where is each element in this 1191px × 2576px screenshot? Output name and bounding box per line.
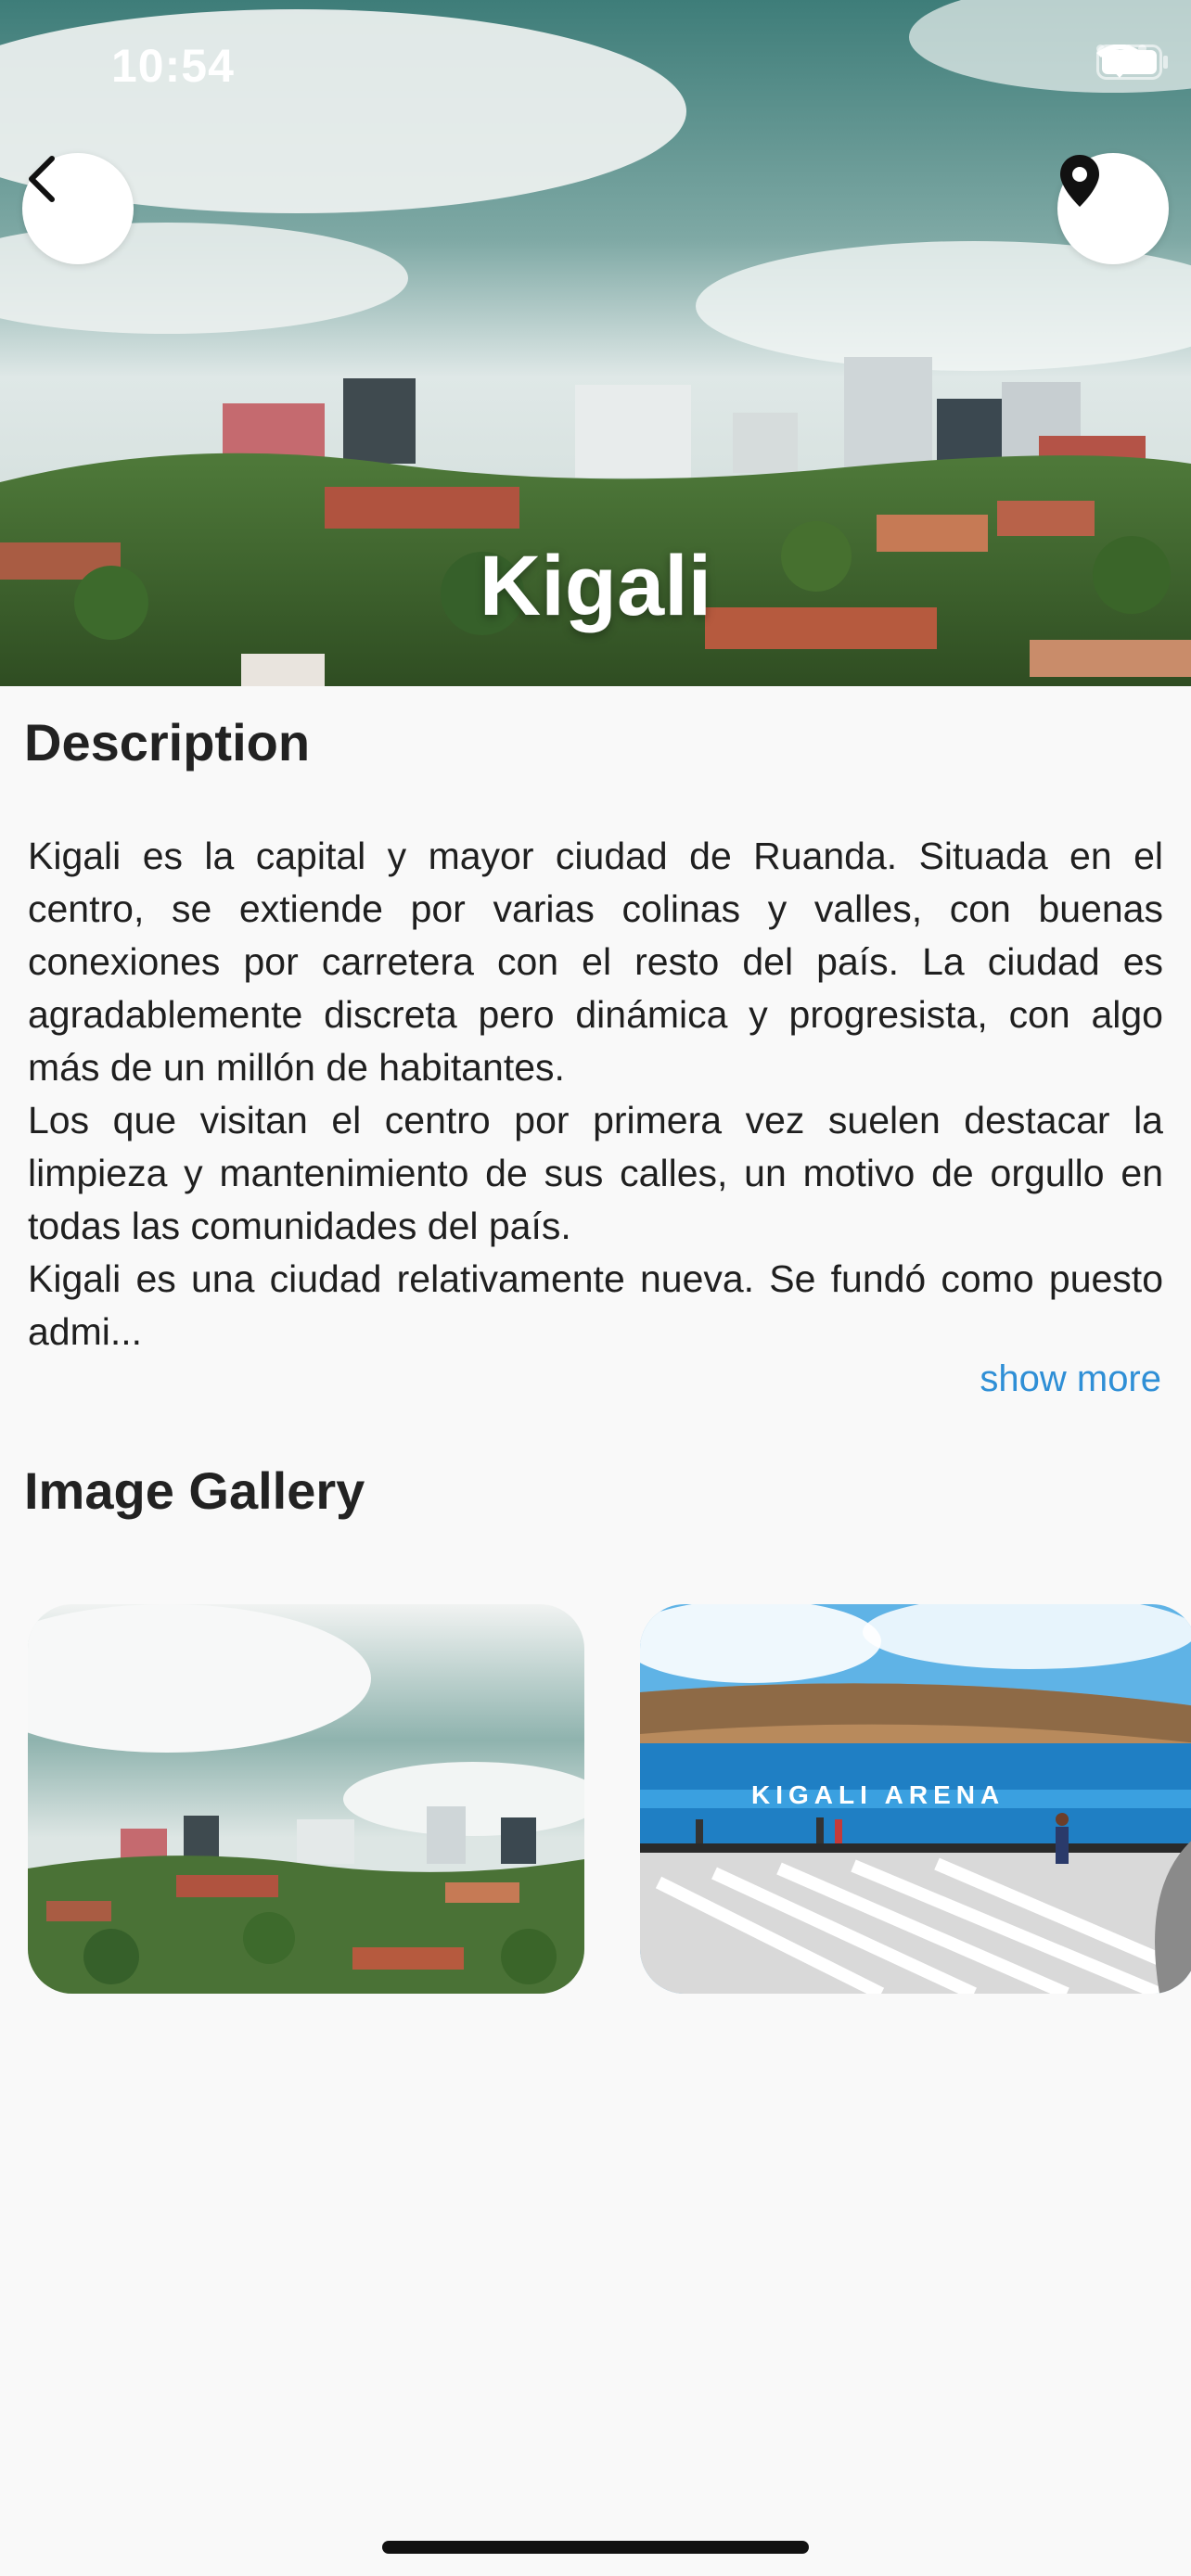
map-pin-icon: [1060, 155, 1099, 207]
show-more-link[interactable]: show more: [980, 1358, 1161, 1400]
arena-sign: KIGALI ARENA: [751, 1780, 1005, 1809]
map-location-button[interactable]: [1057, 153, 1169, 264]
status-icons: [1096, 45, 1168, 80]
chevron-left-icon: [29, 156, 55, 202]
gallery-image-city[interactable]: [28, 1604, 584, 1994]
description-heading: Description: [24, 713, 311, 772]
gallery-image-arena[interactable]: KIGALI ARENA: [640, 1604, 1191, 1994]
hero-image: 10:54 Kigali: [0, 0, 1191, 686]
battery-icon: [1096, 45, 1168, 80]
image-gallery[interactable]: KIGALI ARENA: [28, 1604, 1191, 1994]
arena-photo: KIGALI ARENA: [640, 1604, 1191, 1994]
image-gallery-heading: Image Gallery: [24, 1461, 365, 1520]
city-photo: [28, 1604, 584, 1994]
place-title: Kigali: [479, 539, 712, 633]
back-button[interactable]: [22, 153, 134, 264]
status-time: 10:54: [111, 40, 235, 92]
description-text: Kigali es la capital y mayor ciudad de R…: [28, 835, 1163, 1353]
home-indicator[interactable]: [382, 2541, 809, 2554]
place-detail-screen: 10:54 Kigali Description Kigali es la ca…: [0, 0, 1191, 2576]
